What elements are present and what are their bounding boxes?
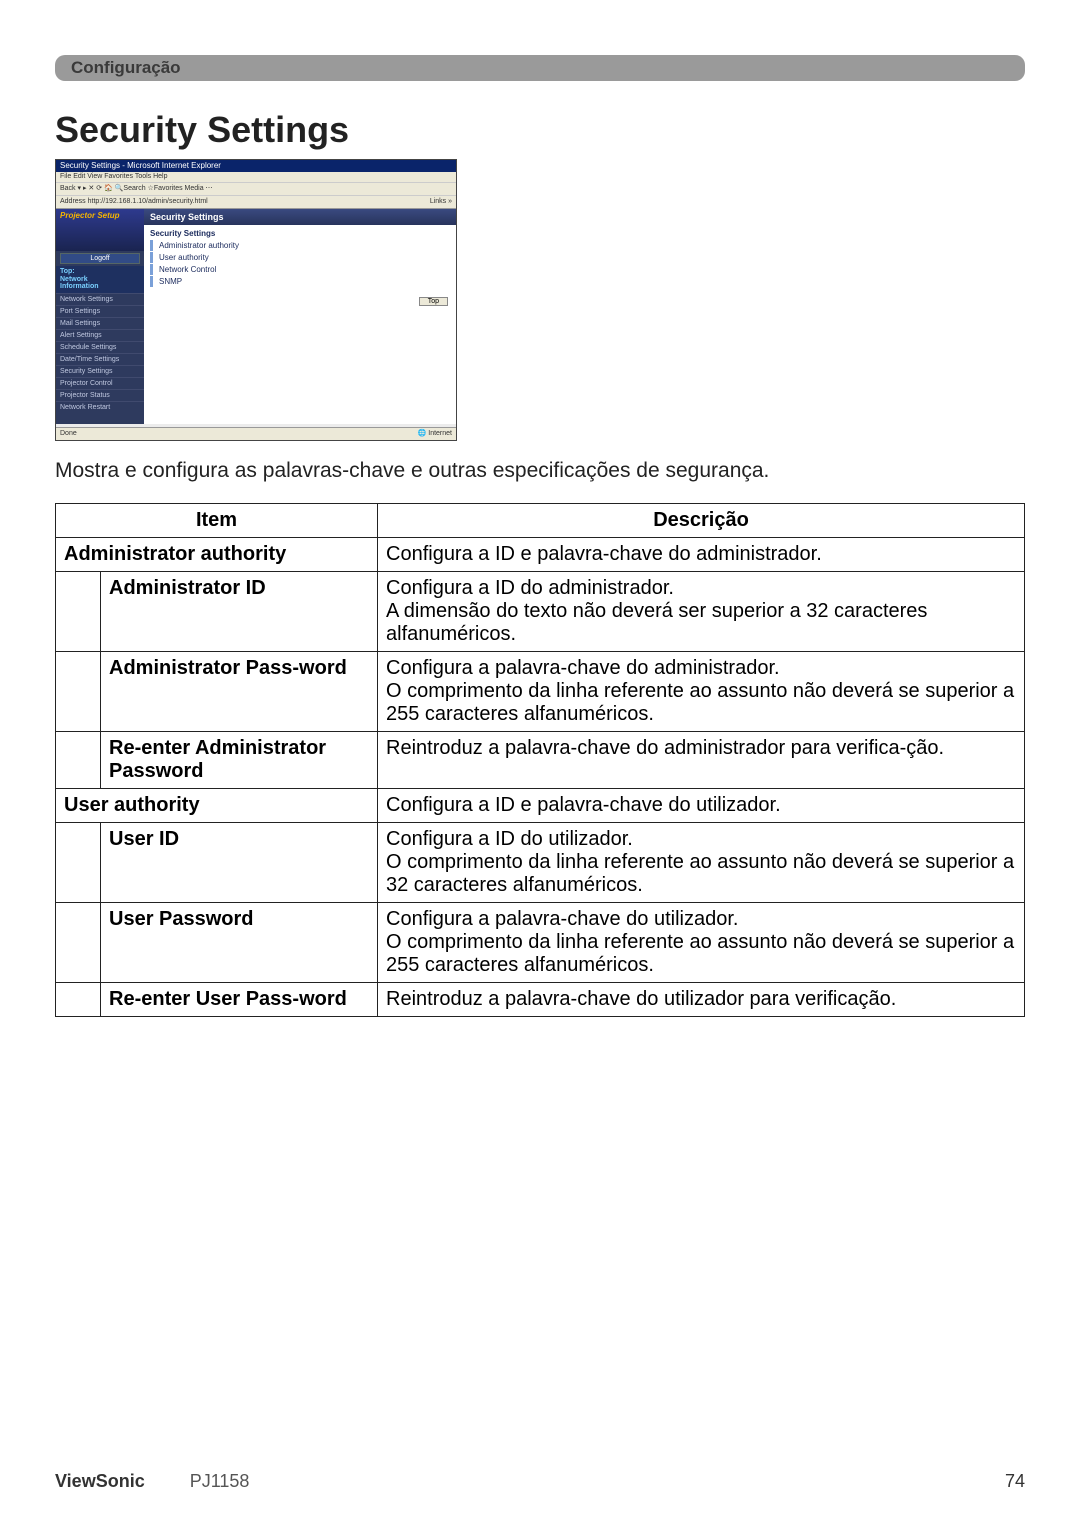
- desc-cell: Reintroduz a palavra-chave do administra…: [378, 732, 1025, 789]
- table-row: Re-enter Administrator PasswordReintrodu…: [56, 732, 1025, 789]
- logoff-button[interactable]: Logoff: [60, 253, 140, 264]
- page-title: Security Settings: [55, 109, 1025, 151]
- sidebar-section-top[interactable]: Top: Network Information: [56, 266, 144, 293]
- table-row: User PasswordConfigura a palavra-chave d…: [56, 903, 1025, 983]
- sidebar-item[interactable]: Schedule Settings: [56, 341, 144, 353]
- security-list-item[interactable]: Network Control: [150, 264, 456, 275]
- main-panel: Security Settings Security Settings Admi…: [144, 209, 456, 424]
- ie-content: Projector Setup Logoff Top: Network Info…: [56, 209, 456, 424]
- footer-brand: ViewSonic: [55, 1471, 145, 1491]
- col-head-item: Item: [56, 504, 378, 538]
- document-page: Configuração Security Settings Security …: [0, 0, 1080, 1532]
- sidebar-item[interactable]: Projector Status: [56, 389, 144, 401]
- sidebar-item[interactable]: Mail Settings: [56, 317, 144, 329]
- sidebar: Projector Setup Logoff Top: Network Info…: [56, 209, 144, 424]
- sub-item-cell: Administrator ID: [101, 572, 378, 652]
- desc-cell: Configura a palavra-chave do administrad…: [378, 652, 1025, 732]
- sub-item-cell: User ID: [101, 823, 378, 903]
- sidebar-item[interactable]: Network Restart: [56, 401, 144, 413]
- status-left: Done: [60, 428, 77, 440]
- section-header-text: Configuração: [71, 58, 181, 78]
- indent-cell: [56, 572, 101, 652]
- indent-cell: [56, 983, 101, 1017]
- table-row: User IDConfigura a ID do utilizador. O c…: [56, 823, 1025, 903]
- indent-cell: [56, 732, 101, 789]
- ie-addressbar: Address http://192.168.1.10/admin/securi…: [56, 196, 456, 209]
- sidebar-items: Network SettingsPort SettingsMail Settin…: [56, 293, 144, 413]
- ie-toolbar: Back ▾ ▸ ✕ ⟳ 🏠 🔍Search ☆Favorites Media …: [56, 183, 456, 196]
- footer-left: ViewSonic PJ1158: [55, 1471, 249, 1492]
- ie-titlebar: Security Settings - Microsoft Internet E…: [56, 160, 456, 172]
- sidebar-item[interactable]: Network Settings: [56, 293, 144, 305]
- footer-model: PJ1158: [190, 1471, 250, 1491]
- indent-cell: [56, 823, 101, 903]
- security-list-item[interactable]: Administrator authority: [150, 240, 456, 251]
- intro-paragraph: Mostra e configura as palavras-chave e o…: [55, 459, 1025, 483]
- ie-menubar: File Edit View Favorites Tools Help: [56, 172, 456, 183]
- desc-cell: Reintroduz a palavra-chave do utilizador…: [378, 983, 1025, 1017]
- page-footer: ViewSonic PJ1158 74: [55, 1471, 1025, 1492]
- security-list: Administrator authorityUser authorityNet…: [144, 240, 456, 287]
- table-header-row: Item Descrição: [56, 504, 1025, 538]
- settings-table: Item Descrição Administrator authorityCo…: [55, 503, 1025, 1017]
- desc-cell: Configura a palavra-chave do utilizador.…: [378, 903, 1025, 983]
- sidebar-item[interactable]: Alert Settings: [56, 329, 144, 341]
- desc-cell: Configura a ID e palavra-chave do admini…: [378, 538, 1025, 572]
- item-cell: Administrator authority: [56, 538, 378, 572]
- section-header-bar: Configuração: [55, 55, 1025, 81]
- status-right: 🌐 Internet: [418, 428, 452, 440]
- desc-cell: Configura a ID do utilizador. O comprime…: [378, 823, 1025, 903]
- item-cell: User authority: [56, 789, 378, 823]
- table-row: Administrator Pass-wordConfigura a palav…: [56, 652, 1025, 732]
- desc-cell: Configura a ID do administrador. A dimen…: [378, 572, 1025, 652]
- security-subheading: Security Settings: [144, 225, 456, 240]
- table-row: User authorityConfigura a ID e palavra-c…: [56, 789, 1025, 823]
- table-row: Administrator authorityConfigura a ID e …: [56, 538, 1025, 572]
- sidebar-item[interactable]: Security Settings: [56, 365, 144, 377]
- indent-cell: [56, 652, 101, 732]
- sub-item-cell: Re-enter Administrator Password: [101, 732, 378, 789]
- ie-statusbar: Done 🌐 Internet: [56, 427, 456, 440]
- main-panel-header: Security Settings: [144, 209, 456, 225]
- indent-cell: [56, 903, 101, 983]
- sidebar-item[interactable]: Port Settings: [56, 305, 144, 317]
- sub-item-cell: Re-enter User Pass-word: [101, 983, 378, 1017]
- desc-cell: Configura a ID e palavra-chave do utiliz…: [378, 789, 1025, 823]
- table-row: Administrator IDConfigura a ID do admini…: [56, 572, 1025, 652]
- sidebar-brand: Projector Setup: [56, 209, 144, 251]
- sub-item-cell: User Password: [101, 903, 378, 983]
- table-row: Re-enter User Pass-wordReintroduz a pala…: [56, 983, 1025, 1017]
- ie-address-text: Address http://192.168.1.10/admin/securi…: [60, 198, 208, 205]
- footer-page-number: 74: [1005, 1471, 1025, 1492]
- security-list-item[interactable]: User authority: [150, 252, 456, 263]
- sidebar-item[interactable]: Projector Control: [56, 377, 144, 389]
- sidebar-item[interactable]: Date/Time Settings: [56, 353, 144, 365]
- security-list-item[interactable]: SNMP: [150, 276, 456, 287]
- embedded-screenshot: Security Settings - Microsoft Internet E…: [55, 159, 457, 441]
- top-button[interactable]: Top: [419, 297, 448, 306]
- ie-links-label: Links »: [430, 196, 452, 208]
- sub-item-cell: Administrator Pass-word: [101, 652, 378, 732]
- col-head-desc: Descrição: [378, 504, 1025, 538]
